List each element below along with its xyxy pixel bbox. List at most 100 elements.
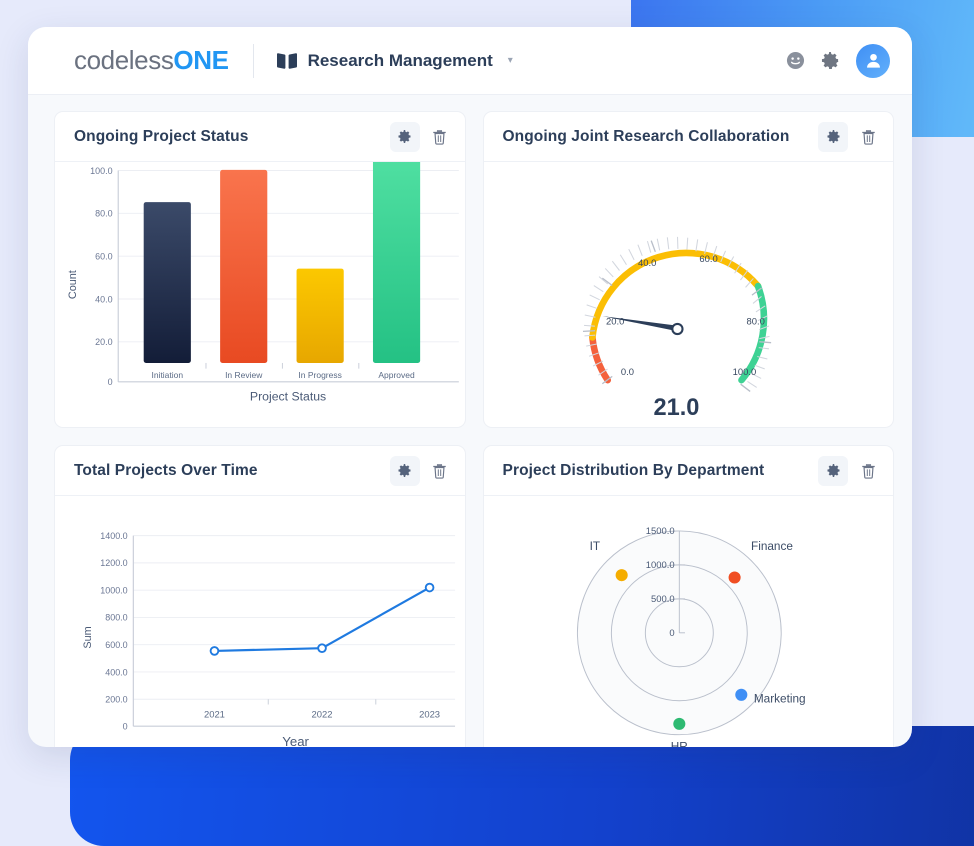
card-settings-button[interactable] — [818, 456, 848, 486]
user-avatar-icon[interactable] — [856, 44, 890, 78]
x-axis-label: Project Status — [250, 390, 326, 404]
card-header-actions — [818, 456, 883, 486]
app-logo[interactable]: codelessONE — [74, 45, 229, 76]
dashboard-grid: Ongoing Project Status — [28, 95, 912, 747]
card-delete-button[interactable] — [425, 456, 455, 486]
point-finance — [728, 572, 740, 584]
card-delete-button[interactable] — [425, 122, 455, 152]
svg-text:800.0: 800.0 — [105, 613, 127, 623]
line-series — [214, 588, 429, 651]
y-axis-ticks: 1400.0 1200.0 1000.0 800.0 600.0 400.0 2… — [100, 531, 127, 732]
top-bar: codelessONE Research Management ▾ — [28, 27, 912, 95]
bar-initiation — [144, 202, 191, 363]
chevron-down-icon: ▾ — [508, 55, 513, 66]
card-ongoing-project-status: Ongoing Project Status — [54, 111, 466, 428]
svg-text:100.0: 100.0 — [732, 366, 756, 377]
card-header-actions — [390, 122, 455, 152]
card-body: 1400.0 1200.0 1000.0 800.0 600.0 400.0 2… — [55, 496, 465, 747]
card-body: 0.0 20.0 40.0 60.0 80.0 100.0 21.0 — [484, 162, 894, 427]
svg-text:100.0: 100.0 — [90, 166, 112, 176]
gear-icon — [397, 463, 412, 478]
svg-text:200.0: 200.0 — [105, 695, 127, 705]
bar-chart: 100.0 80.0 60.0 40.0 20.0 0 Count — [55, 162, 465, 427]
y-axis-label: Sum — [82, 627, 94, 649]
y-axis-label: Count — [67, 270, 79, 299]
svg-text:In Progress: In Progress — [298, 370, 341, 380]
gauge-chart: 0.0 20.0 40.0 60.0 80.0 100.0 21.0 — [484, 162, 894, 427]
card-header: Ongoing Project Status — [55, 112, 465, 162]
svg-text:Finance: Finance — [751, 540, 793, 553]
line-markers — [211, 584, 434, 655]
trash-icon — [861, 463, 876, 479]
svg-text:0: 0 — [108, 377, 113, 387]
card-header: Ongoing Joint Research Collaboration — [484, 112, 894, 162]
svg-text:IT: IT — [589, 540, 599, 553]
polar-grid — [577, 531, 781, 735]
svg-text:60.0: 60.0 — [95, 251, 112, 261]
svg-text:0: 0 — [123, 722, 128, 732]
svg-text:In Review: In Review — [225, 370, 263, 380]
x-axis-ticks — [268, 699, 376, 704]
line-chart: 1400.0 1200.0 1000.0 800.0 600.0 400.0 2… — [55, 496, 465, 747]
svg-text:1400.0: 1400.0 — [100, 531, 127, 541]
card-settings-button[interactable] — [818, 122, 848, 152]
card-settings-button[interactable] — [390, 456, 420, 486]
svg-text:2023: 2023 — [419, 709, 440, 720]
svg-text:80.0: 80.0 — [746, 315, 764, 326]
gauge-minor-ticks — [584, 237, 769, 387]
card-settings-button[interactable] — [390, 122, 420, 152]
gear-icon[interactable] — [821, 51, 840, 70]
card-header-actions — [818, 122, 883, 152]
svg-text:2022: 2022 — [312, 709, 333, 720]
point-marketing — [735, 689, 747, 701]
svg-text:1000.0: 1000.0 — [645, 559, 674, 570]
card-title: Project Distribution By Department — [503, 462, 765, 480]
y-axis-ticks: 100.0 80.0 60.0 40.0 20.0 0 — [90, 166, 112, 387]
bar-in-progress — [297, 269, 344, 363]
x-axis-ticks — [206, 363, 359, 369]
svg-text:2021: 2021 — [204, 709, 225, 720]
svg-text:500.0: 500.0 — [651, 593, 675, 604]
card-body: 0 500.0 1000.0 1500.0 Finance Marketing — [484, 496, 894, 747]
bar-approved — [373, 162, 420, 363]
svg-text:60.0: 60.0 — [699, 253, 717, 264]
logo-text-one: ONE — [173, 45, 228, 75]
project-selector[interactable]: Research Management ▾ — [276, 51, 513, 71]
x-axis-label: Year — [282, 734, 309, 747]
card-title: Total Projects Over Time — [74, 462, 258, 480]
card-title: Ongoing Project Status — [74, 128, 248, 146]
card-project-distribution-by-department: Project Distribution By Department — [483, 445, 895, 747]
card-header: Project Distribution By Department — [484, 446, 894, 496]
trash-icon — [861, 129, 876, 145]
svg-text:20.0: 20.0 — [95, 337, 112, 347]
card-delete-button[interactable] — [853, 122, 883, 152]
card-ongoing-joint-research-collaboration: Ongoing Joint Research Collaboration — [483, 111, 895, 428]
point-it — [615, 569, 627, 581]
gear-icon — [397, 129, 412, 144]
card-total-projects-over-time: Total Projects Over Time — [54, 445, 466, 747]
bar-in-review — [220, 170, 267, 363]
card-header: Total Projects Over Time — [55, 446, 465, 496]
svg-text:1200.0: 1200.0 — [100, 558, 127, 568]
svg-text:80.0: 80.0 — [95, 209, 112, 219]
card-header-actions — [390, 456, 455, 486]
data-point-2021 — [211, 647, 219, 655]
card-title: Ongoing Joint Research Collaboration — [503, 128, 790, 146]
svg-text:1500.0: 1500.0 — [645, 525, 674, 536]
topbar-divider — [253, 44, 254, 78]
polar-chart: 0 500.0 1000.0 1500.0 Finance Marketing — [484, 496, 894, 747]
smiley-icon[interactable] — [786, 51, 805, 70]
card-delete-button[interactable] — [853, 456, 883, 486]
data-point-2023 — [426, 584, 434, 592]
svg-text:600.0: 600.0 — [105, 640, 127, 650]
svg-text:Marketing: Marketing — [753, 693, 805, 706]
svg-text:0.0: 0.0 — [620, 366, 633, 377]
svg-text:Initiation: Initiation — [151, 370, 183, 380]
svg-text:40.0: 40.0 — [95, 294, 112, 304]
app-window: codelessONE Research Management ▾ — [28, 27, 912, 747]
project-name: Research Management — [308, 51, 493, 71]
x-axis-categories: Initiation In Review In Progress Approve… — [151, 370, 415, 380]
svg-text:Approved: Approved — [378, 370, 415, 380]
topbar-actions — [786, 44, 890, 78]
svg-text:1000.0: 1000.0 — [100, 586, 127, 596]
